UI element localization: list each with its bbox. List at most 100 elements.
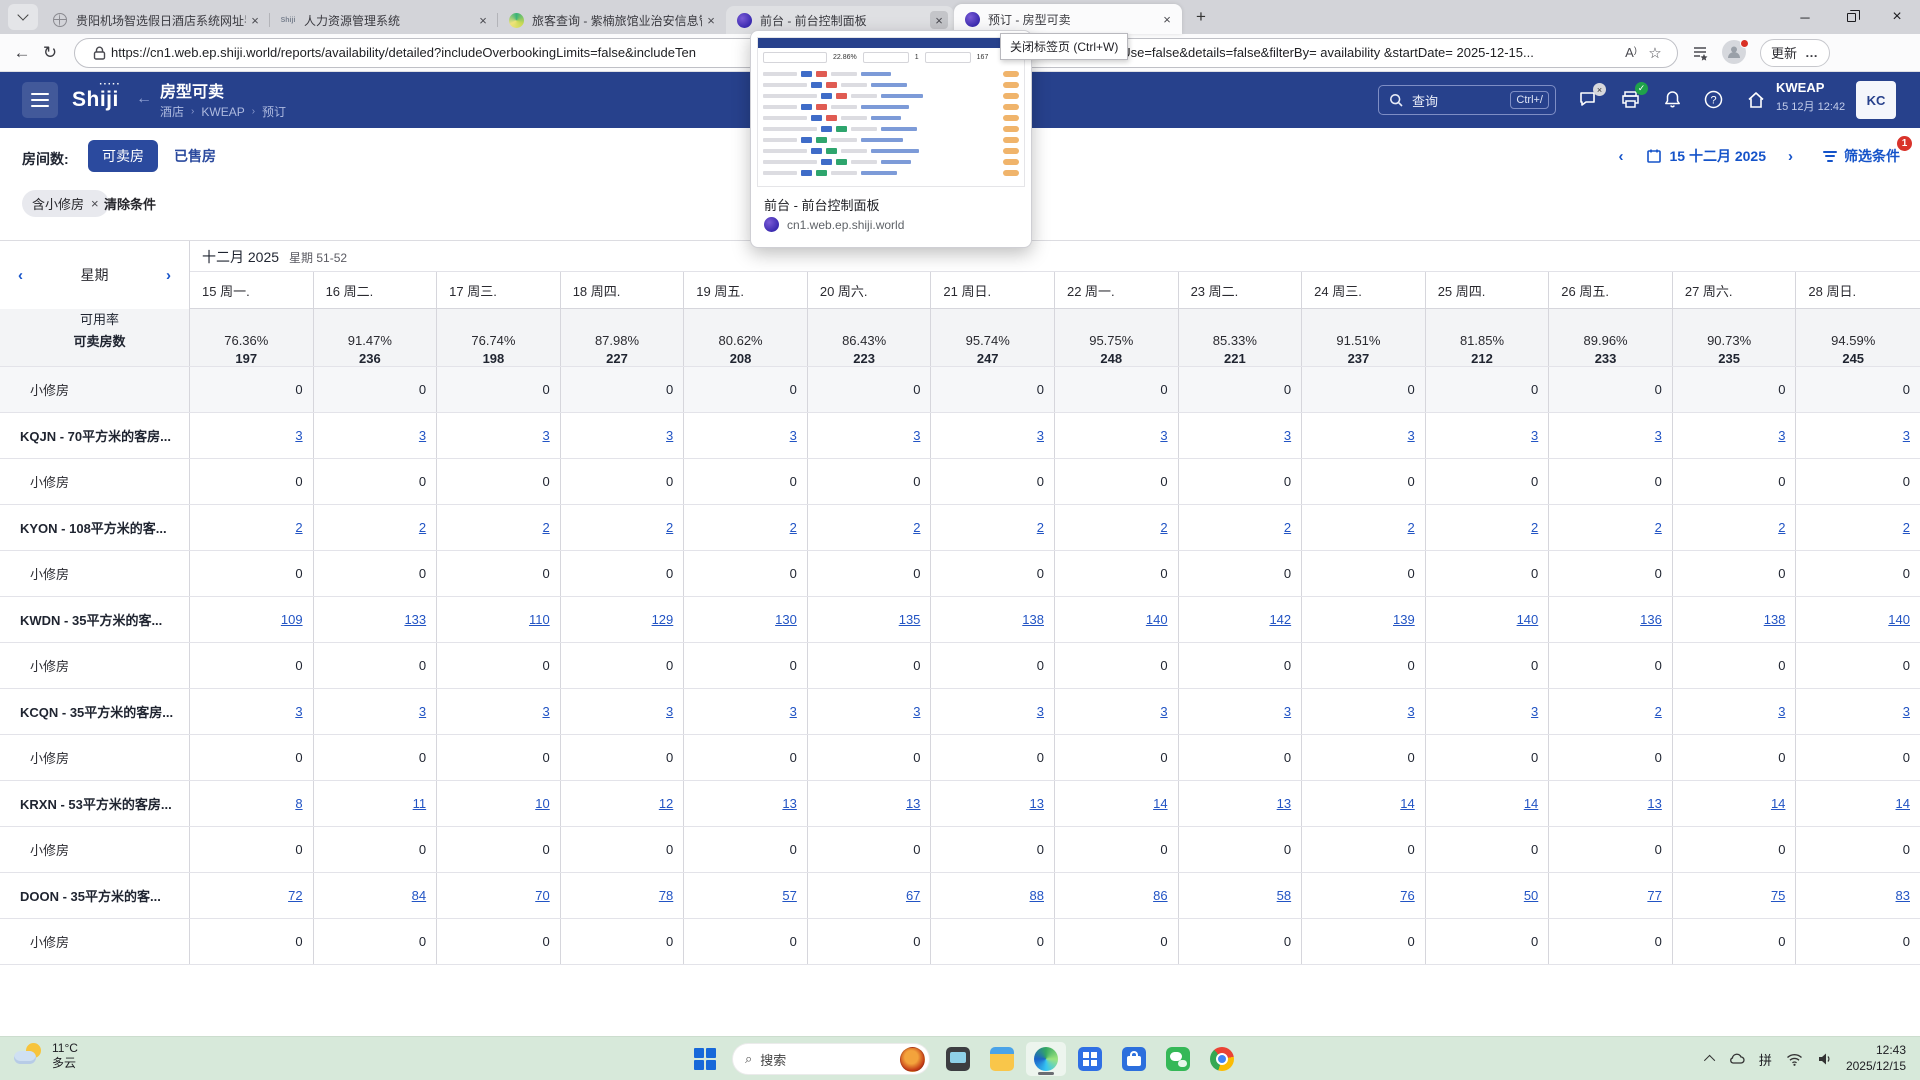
availability-count-link[interactable]: 140: [1517, 612, 1539, 627]
next-date-arrow[interactable]: ›: [1780, 148, 1801, 165]
availability-count-link[interactable]: 3: [790, 428, 797, 443]
monitor-app-icon[interactable]: [938, 1042, 978, 1076]
availability-count-link[interactable]: 3: [1531, 428, 1538, 443]
filter-conditions-button[interactable]: 筛选条件 1: [1823, 146, 1910, 166]
availability-count-link[interactable]: 142: [1269, 612, 1291, 627]
availability-count-link[interactable]: 14: [1896, 796, 1910, 811]
prev-date-arrow[interactable]: ‹: [1611, 148, 1632, 165]
speaker-icon[interactable]: [1817, 1052, 1832, 1066]
availability-count-link[interactable]: 70: [535, 888, 549, 903]
availability-count-link[interactable]: 3: [666, 428, 673, 443]
availability-count-link[interactable]: 2: [913, 520, 920, 535]
browser-tab[interactable]: 旅客查询 - 紫楠旅馆业治安信息管×: [498, 6, 726, 34]
availability-count-link[interactable]: 3: [1531, 704, 1538, 719]
breadcrumb-booking[interactable]: 预订: [262, 103, 286, 120]
tab-close-icon[interactable]: ×: [702, 11, 720, 29]
tab-close-icon[interactable]: ×: [246, 11, 264, 29]
availability-count-link[interactable]: 13: [782, 796, 796, 811]
home-icon[interactable]: [1745, 89, 1767, 111]
availability-count-link[interactable]: 2: [1160, 520, 1167, 535]
availability-count-link[interactable]: 135: [899, 612, 921, 627]
availability-count-link[interactable]: 75: [1771, 888, 1785, 903]
availability-count-link[interactable]: 2: [295, 520, 302, 535]
availability-count-link[interactable]: 57: [782, 888, 796, 903]
edge-icon[interactable]: [1026, 1042, 1066, 1076]
ime-indicator[interactable]: 拼: [1759, 1050, 1772, 1069]
close-button[interactable]: ×: [1874, 0, 1920, 34]
availability-count-link[interactable]: 2: [790, 520, 797, 535]
availability-count-link[interactable]: 129: [652, 612, 674, 627]
taskbar-search-input[interactable]: ⌕ 搜索: [732, 1043, 930, 1075]
page-back-arrow[interactable]: ←: [136, 90, 152, 108]
lock-icon[interactable]: [87, 41, 111, 65]
taskbar-weather-widget[interactable]: 11°C 多云: [14, 1041, 78, 1071]
availability-count-link[interactable]: 3: [419, 704, 426, 719]
collections-icon[interactable]: [1688, 41, 1712, 65]
help-icon[interactable]: ?: [1703, 89, 1725, 111]
availability-count-link[interactable]: 14: [1524, 796, 1538, 811]
availability-count-link[interactable]: 83: [1896, 888, 1910, 903]
availability-count-link[interactable]: 72: [288, 888, 302, 903]
filter-chip-minor-repair[interactable]: 含小修房 ×: [22, 190, 109, 217]
availability-count-link[interactable]: 3: [1778, 704, 1785, 719]
availability-count-link[interactable]: 136: [1640, 612, 1662, 627]
availability-count-link[interactable]: 3: [295, 704, 302, 719]
availability-count-link[interactable]: 2: [1407, 520, 1414, 535]
wechat-icon[interactable]: [1158, 1042, 1198, 1076]
availability-count-link[interactable]: 2: [542, 520, 549, 535]
availability-count-link[interactable]: 2: [666, 520, 673, 535]
bell-icon[interactable]: [1662, 89, 1684, 111]
availability-count-link[interactable]: 2: [1037, 520, 1044, 535]
start-button[interactable]: [686, 1042, 724, 1076]
availability-count-link[interactable]: 10: [535, 796, 549, 811]
availability-count-link[interactable]: 84: [412, 888, 426, 903]
restore-button[interactable]: [1828, 0, 1874, 34]
availability-count-link[interactable]: 58: [1277, 888, 1291, 903]
availability-count-link[interactable]: 140: [1888, 612, 1910, 627]
availability-count-link[interactable]: 2: [1284, 520, 1291, 535]
availability-count-link[interactable]: 138: [1764, 612, 1786, 627]
next-week-arrow[interactable]: ›: [166, 267, 171, 284]
availability-count-link[interactable]: 3: [295, 428, 302, 443]
availability-count-link[interactable]: 13: [1030, 796, 1044, 811]
availability-count-link[interactable]: 2: [1655, 704, 1662, 719]
browser-tab[interactable]: Shiji人力资源管理系统×: [270, 6, 498, 34]
new-tab-button[interactable]: +: [1188, 4, 1214, 30]
availability-count-link[interactable]: 76: [1400, 888, 1414, 903]
availability-count-link[interactable]: 2: [1531, 520, 1538, 535]
back-button[interactable]: ←: [8, 39, 36, 67]
browser-update-button[interactable]: 更新 …: [1760, 39, 1830, 67]
availability-count-link[interactable]: 3: [542, 704, 549, 719]
sellable-rooms-toggle[interactable]: 可卖房: [88, 140, 158, 172]
user-avatar[interactable]: KC: [1856, 81, 1896, 119]
availability-count-link[interactable]: 13: [1647, 796, 1661, 811]
store-icon[interactable]: [1114, 1042, 1154, 1076]
messages-icon[interactable]: ×: [1578, 89, 1600, 111]
prev-week-arrow[interactable]: ‹: [18, 267, 23, 284]
availability-count-link[interactable]: 12: [659, 796, 673, 811]
chrome-icon[interactable]: [1202, 1042, 1242, 1076]
wifi-icon[interactable]: [1786, 1053, 1803, 1066]
availability-count-link[interactable]: 86: [1153, 888, 1167, 903]
availability-count-link[interactable]: 2: [1903, 520, 1910, 535]
availability-count-link[interactable]: 3: [1160, 428, 1167, 443]
availability-count-link[interactable]: 3: [1037, 428, 1044, 443]
availability-count-link[interactable]: 2: [1655, 520, 1662, 535]
availability-count-link[interactable]: 3: [1778, 428, 1785, 443]
availability-count-link[interactable]: 67: [906, 888, 920, 903]
availability-count-link[interactable]: 13: [1277, 796, 1291, 811]
availability-count-link[interactable]: 139: [1393, 612, 1415, 627]
availability-count-link[interactable]: 3: [1284, 428, 1291, 443]
cloud-icon[interactable]: [1729, 1052, 1745, 1066]
clear-filters-button[interactable]: 清除条件: [104, 194, 156, 213]
availability-count-link[interactable]: 3: [1037, 704, 1044, 719]
tab-close-icon[interactable]: ×: [930, 11, 948, 29]
availability-count-link[interactable]: 133: [404, 612, 426, 627]
tab-search-button[interactable]: [8, 4, 38, 30]
availability-count-link[interactable]: 8: [295, 796, 302, 811]
sold-rooms-toggle[interactable]: 已售房: [172, 140, 218, 172]
chip-close-icon[interactable]: ×: [91, 196, 99, 211]
file-explorer-icon[interactable]: [982, 1042, 1022, 1076]
profile-avatar[interactable]: [1722, 40, 1748, 66]
availability-count-link[interactable]: 2: [1778, 520, 1785, 535]
